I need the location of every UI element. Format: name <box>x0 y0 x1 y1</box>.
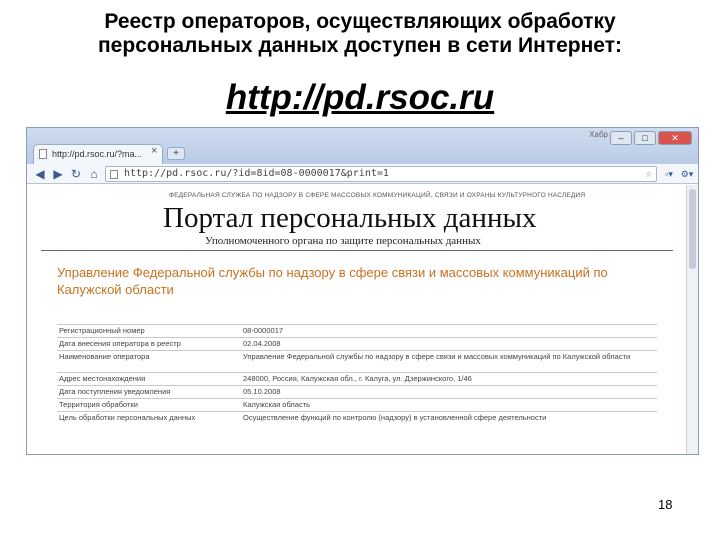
row-label: Цель обработки персональных данных <box>57 411 241 425</box>
browser-titlebar: http://pd.rsoc.ru/?ma... × + Хабр – □ ✕ <box>27 128 698 164</box>
organization-title: Управление Федеральной службы по надзору… <box>57 265 608 297</box>
minimize-button[interactable]: – <box>610 131 632 145</box>
registry-table: Регистрационный номер 08-0000017 Дата вн… <box>57 324 657 425</box>
row-label: Территория обработки <box>57 398 241 412</box>
page-viewport: ФЕДЕРАЛЬНАЯ СЛУЖБА ПО НАДЗОРУ В СФЕРЕ МА… <box>27 185 687 454</box>
table-row: Дата поступления уведомления 05.10.2008 <box>57 385 657 399</box>
browser-screenshot: http://pd.rsoc.ru/?ma... × + Хабр – □ ✕ … <box>26 127 699 455</box>
row-label: Дата внесения оператора в реестр <box>57 337 241 351</box>
page-icon <box>110 170 118 179</box>
row-label: Адрес местонахождения <box>57 372 241 386</box>
maximize-button[interactable]: □ <box>634 131 656 145</box>
page-menu-icon[interactable]: ▫▾ <box>661 167 677 181</box>
table-row: Цель обработки персональных данных Осуще… <box>57 411 657 425</box>
slide-title: Реестр операторов, осуществляющих обрабо… <box>0 10 720 58</box>
row-value: 02.04.2008 <box>241 337 657 351</box>
bookmark-star-icon[interactable]: ☆ <box>645 167 652 181</box>
slide-page-number: 18 <box>658 497 673 512</box>
row-value: 08-0000017 <box>241 324 657 338</box>
tab-title: http://pd.rsoc.ru/?ma... <box>52 149 143 159</box>
forward-arrow-icon[interactable]: ▶ <box>51 167 65 181</box>
row-value: Управление Федеральной службы по надзору… <box>241 350 657 373</box>
new-tab-button[interactable]: + <box>167 147 185 160</box>
table-row: Дата внесения оператора в реестр 02.04.2… <box>57 337 657 351</box>
table-row: Наименование оператора Управление Федера… <box>57 350 657 373</box>
table-row: Адрес местонахождения 248000, Россия, Ка… <box>57 372 657 386</box>
row-value: Осуществление функций по контролю (надзо… <box>241 411 657 425</box>
portal-subtitle: Уполномоченного органа по защите персона… <box>205 235 481 247</box>
address-bar[interactable]: http://pd.rsoc.ru/?id=8id=08-0000017&pri… <box>105 166 657 182</box>
table-row: Территория обработки Калужская область <box>57 398 657 412</box>
header-divider <box>41 250 673 251</box>
window-controls: – □ ✕ <box>610 131 692 145</box>
row-label: Дата поступления уведомления <box>57 385 241 399</box>
scrollbar-thumb[interactable] <box>689 189 696 269</box>
home-icon[interactable]: ⌂ <box>87 167 101 181</box>
address-text: http://pd.rsoc.ru/?id=8id=08-0000017&pri… <box>124 168 389 179</box>
portal-title: Портал персональных данных <box>163 202 537 234</box>
tools-menu-icon[interactable]: ⚙▾ <box>679 167 695 181</box>
back-arrow-icon[interactable]: ◀ <box>33 167 47 181</box>
row-label: Наименование оператора <box>57 350 241 373</box>
agency-header: ФЕДЕРАЛЬНАЯ СЛУЖБА ПО НАДЗОРУ В СФЕРЕ МА… <box>169 192 586 199</box>
row-value: 05.10.2008 <box>241 385 657 399</box>
close-window-button[interactable]: ✕ <box>658 131 692 145</box>
browser-tab[interactable]: http://pd.rsoc.ru/?ma... <box>33 144 163 164</box>
slide-url-link[interactable]: http://pd.rsoc.ru <box>0 78 720 118</box>
vertical-scrollbar[interactable] <box>686 185 698 454</box>
browser-profile-mark: Хабр <box>589 130 608 139</box>
browser-toolbar: ◀ ▶ ↻ ⌂ http://pd.rsoc.ru/?id=8id=08-000… <box>27 164 698 184</box>
page-icon <box>39 149 47 159</box>
slide-title-line1: Реестр операторов, осуществляющих обрабо… <box>104 10 616 33</box>
row-value: 248000, Россия, Калужская обл., г. Калуг… <box>241 372 657 386</box>
row-label: Регистрационный номер <box>57 324 241 338</box>
reload-icon[interactable]: ↻ <box>69 167 83 181</box>
table-row: Регистрационный номер 08-0000017 <box>57 324 657 338</box>
tab-close-icon[interactable]: × <box>151 145 157 157</box>
row-value: Калужская область <box>241 398 657 412</box>
slide-title-line2: персональных данных доступен в сети Инте… <box>98 34 622 57</box>
